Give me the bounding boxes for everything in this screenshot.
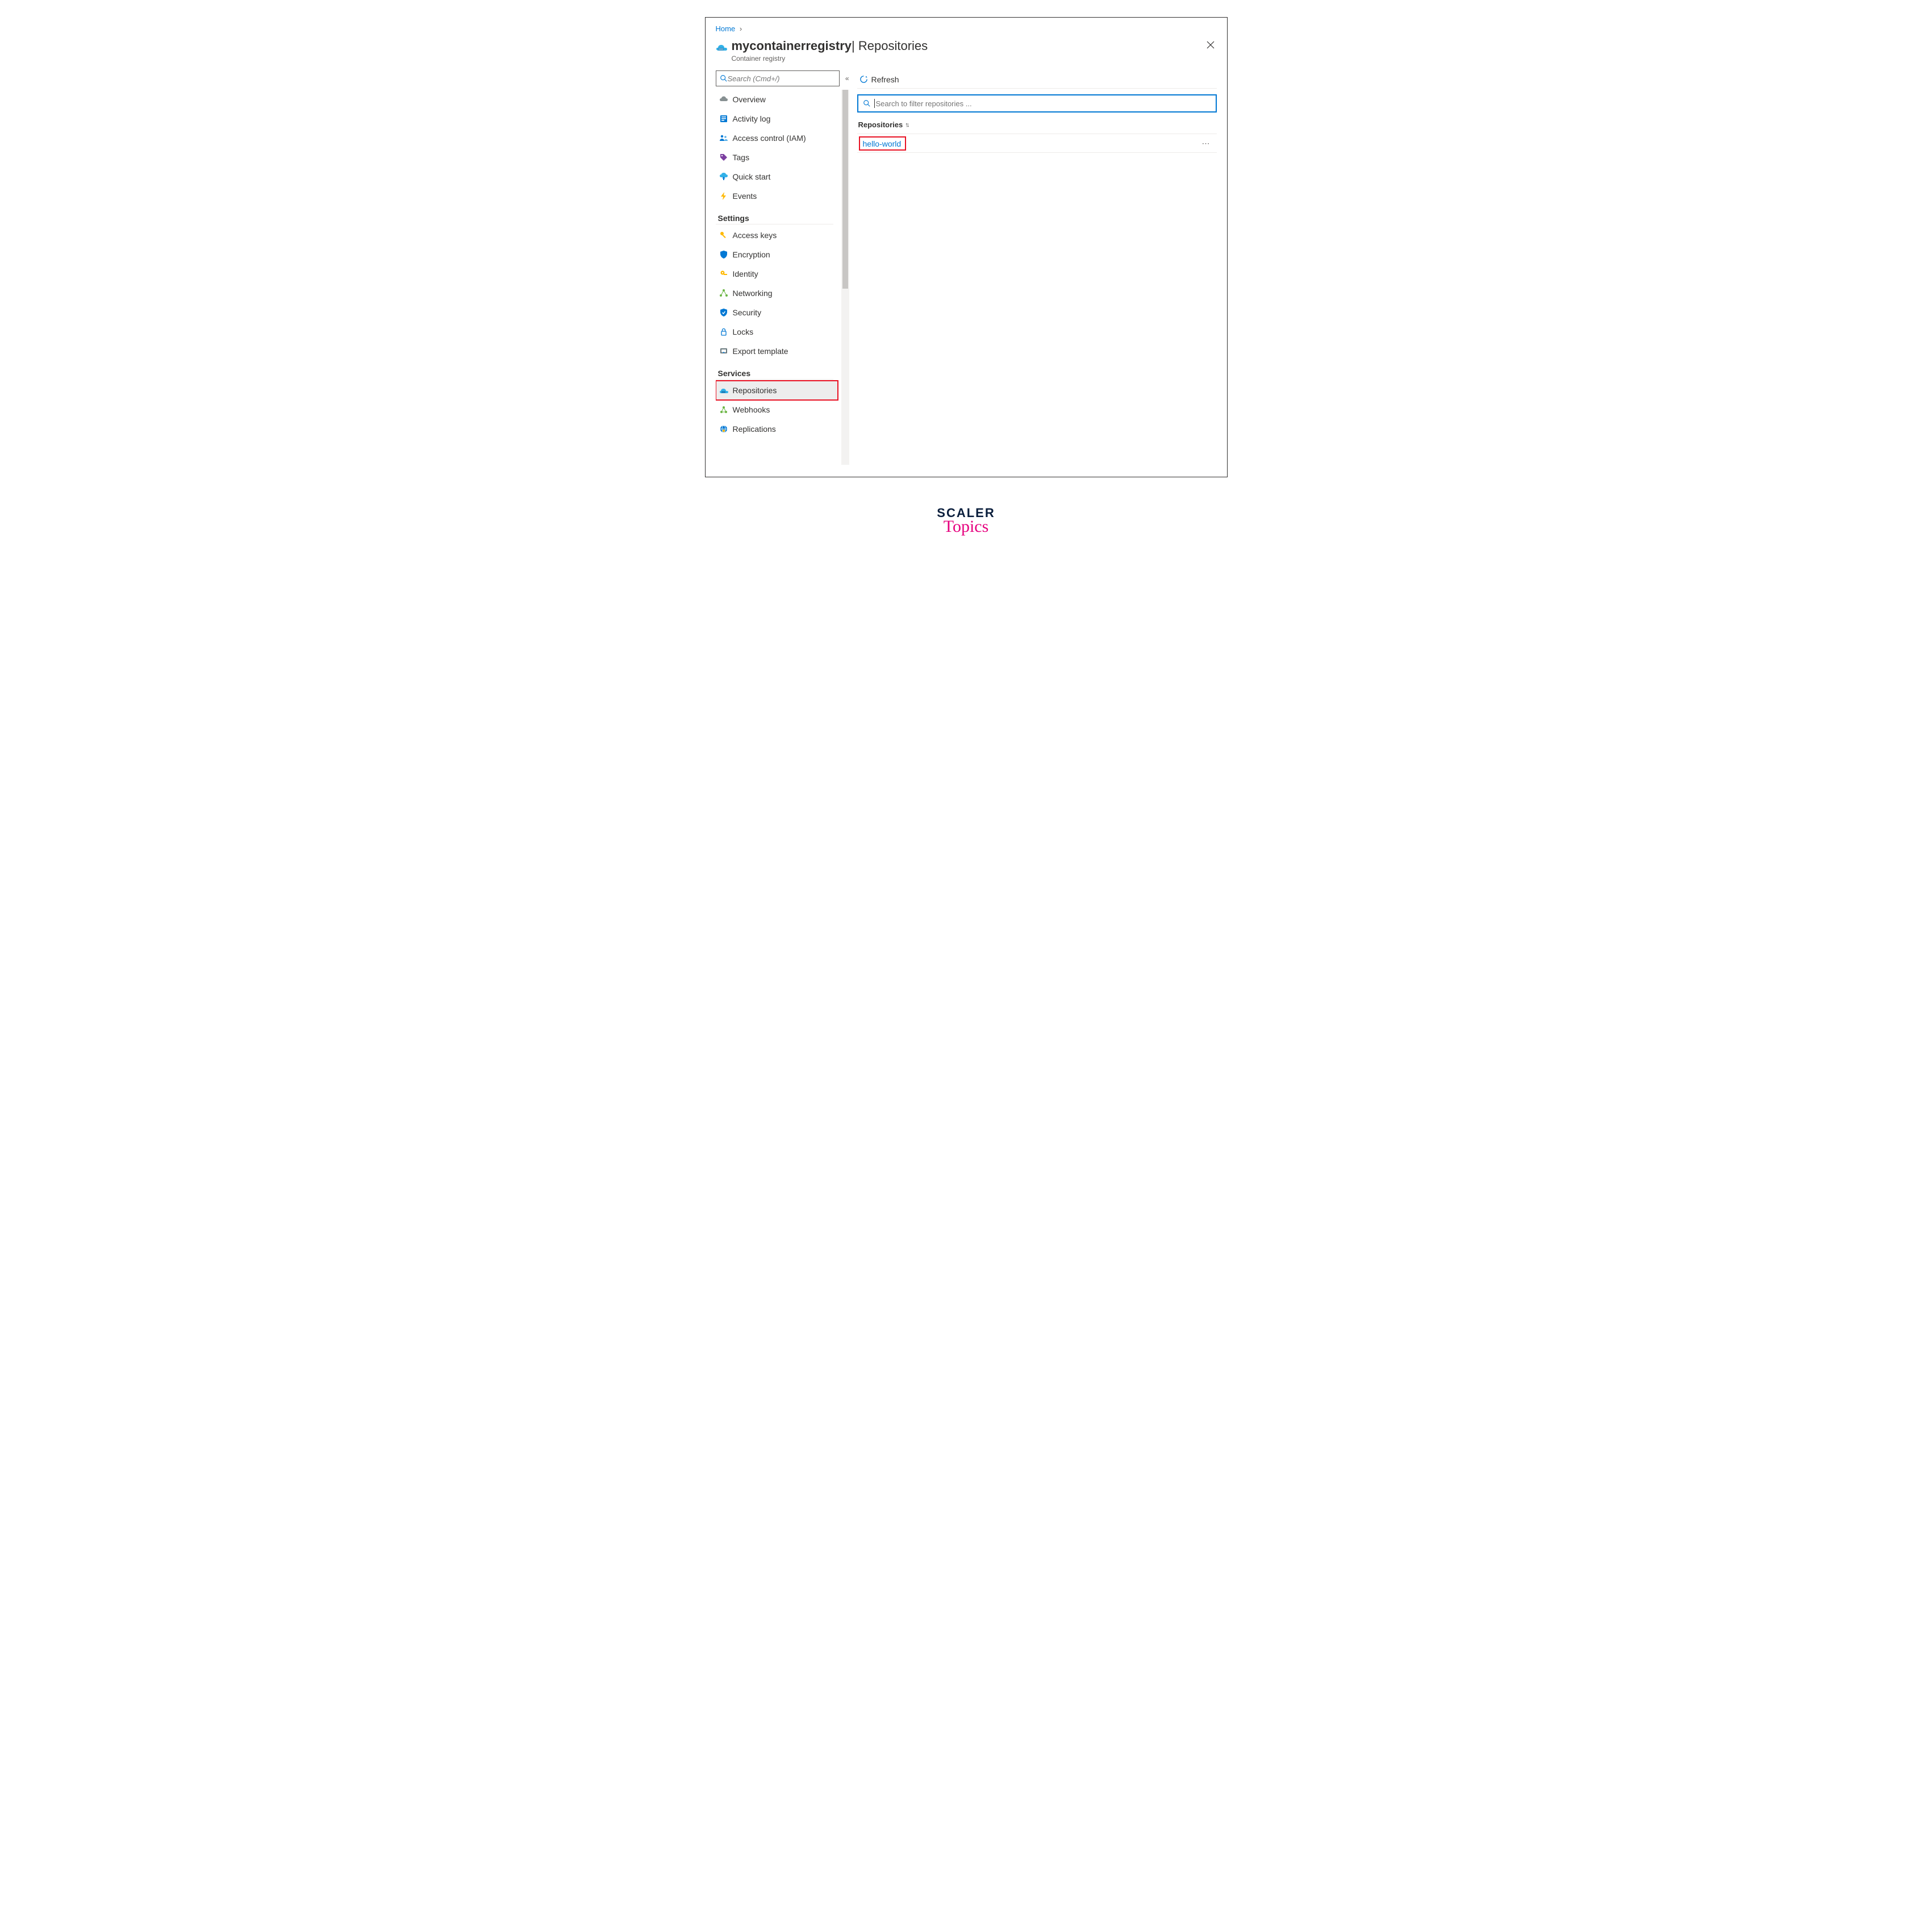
- toolbar: Refresh: [857, 70, 1217, 89]
- sidebar-item-webhooks[interactable]: Webhooks: [716, 400, 838, 419]
- sidebar-item-activity-log[interactable]: Activity log: [716, 109, 838, 128]
- sidebar: « Overview Activity log Access control (…: [716, 70, 849, 465]
- search-icon: [863, 99, 871, 107]
- tag-icon: [719, 153, 728, 162]
- people-icon: [719, 134, 728, 143]
- sidebar-item-tags[interactable]: Tags: [716, 148, 838, 167]
- registry-name: mycontainerregistry: [732, 39, 852, 53]
- export-icon: [719, 347, 728, 356]
- refresh-button[interactable]: Refresh: [857, 74, 902, 85]
- sidebar-item-label: Tags: [733, 153, 750, 162]
- sort-icon: ↑↓: [905, 122, 908, 128]
- sidebar-item-label: Repositories: [733, 386, 777, 395]
- sidebar-item-access-control[interactable]: Access control (IAM): [716, 128, 838, 148]
- sidebar-item-label: Access control (IAM): [733, 134, 806, 143]
- chevron-right-icon: ›: [740, 24, 742, 33]
- sidebar-item-access-keys[interactable]: Access keys: [716, 226, 838, 245]
- page-title-text: Repositories: [858, 39, 928, 53]
- globe-icon: [719, 424, 728, 434]
- logo-line2: Topics: [705, 517, 1228, 536]
- sidebar-item-networking[interactable]: Networking: [716, 284, 838, 303]
- resource-subtype: Container registry: [732, 55, 1204, 63]
- sidebar-item-events[interactable]: Events: [716, 186, 838, 206]
- sidebar-item-label: Access keys: [733, 231, 777, 240]
- sidebar-item-label: Webhooks: [733, 405, 770, 414]
- search-icon: [720, 74, 728, 82]
- repositories-column-header[interactable]: Repositories ↑↓: [857, 119, 1217, 134]
- sidebar-item-label: Export template: [733, 347, 788, 356]
- sidebar-item-label: Events: [733, 191, 757, 201]
- sidebar-item-security[interactable]: Security: [716, 303, 838, 322]
- sidebar-section-services: Services: [716, 361, 833, 380]
- sidebar-item-label: Security: [733, 308, 762, 317]
- sidebar-item-label: Quick start: [733, 172, 771, 181]
- registry-icon: [719, 386, 728, 395]
- network-icon: [719, 289, 728, 298]
- scrollbar-thumb[interactable]: [842, 90, 848, 289]
- lightning-icon: [719, 191, 728, 201]
- padlock-icon: [719, 327, 728, 336]
- cloud-icon: [719, 95, 728, 104]
- container-registry-icon: [716, 42, 727, 52]
- text-cursor: [874, 99, 875, 108]
- sidebar-search-box[interactable]: [716, 70, 840, 86]
- refresh-label: Refresh: [871, 75, 899, 84]
- breadcrumb-home-link[interactable]: Home: [716, 24, 736, 33]
- portal-frame: Home › mycontainerregistry| Repositories…: [705, 17, 1228, 477]
- table-row: hello-world ⋯: [857, 134, 1217, 153]
- refresh-icon: [859, 75, 868, 84]
- sidebar-item-locks[interactable]: Locks: [716, 322, 838, 341]
- sidebar-item-label: Identity: [733, 269, 758, 278]
- lock-key-icon: [719, 269, 728, 278]
- sidebar-item-repositories[interactable]: Repositories: [716, 381, 838, 400]
- sidebar-section-settings: Settings: [716, 206, 833, 224]
- sidebar-item-label: Activity log: [733, 114, 771, 123]
- scaler-topics-logo: SCALER Topics: [705, 506, 1228, 536]
- log-icon: [719, 114, 728, 123]
- sidebar-item-label: Encryption: [733, 250, 770, 259]
- row-actions-button[interactable]: ⋯: [1202, 139, 1215, 148]
- repository-link-hello-world[interactable]: hello-world: [863, 139, 902, 148]
- main-content: Refresh Repositories ↑↓ hello-world ⋯: [857, 70, 1217, 465]
- shield-check-icon: [719, 308, 728, 317]
- webhook-icon: [719, 405, 728, 414]
- sidebar-item-replications[interactable]: Replications: [716, 419, 838, 439]
- breadcrumb: Home ›: [716, 24, 1217, 38]
- sidebar-item-identity[interactable]: Identity: [716, 264, 838, 284]
- sidebar-nav: Overview Activity log Access control (IA…: [716, 90, 840, 465]
- key-icon: [719, 231, 728, 240]
- sidebar-scrollbar[interactable]: [841, 90, 849, 465]
- repo-link-highlight: hello-world: [859, 137, 906, 150]
- sidebar-item-label: Networking: [733, 289, 773, 298]
- filter-repositories-input[interactable]: [876, 99, 1211, 108]
- cloud-arrow-icon: [719, 172, 728, 181]
- shield-icon: [719, 250, 728, 259]
- sidebar-item-encryption[interactable]: Encryption: [716, 245, 838, 264]
- page-header: mycontainerregistry| Repositories Contai…: [716, 39, 1217, 63]
- sidebar-item-export-template[interactable]: Export template: [716, 341, 838, 361]
- repositories-header-label: Repositories: [858, 120, 903, 129]
- sidebar-item-label: Locks: [733, 327, 754, 336]
- collapse-sidebar-button[interactable]: «: [845, 74, 849, 82]
- page-title: mycontainerregistry| Repositories: [732, 39, 1204, 53]
- close-button[interactable]: [1204, 39, 1217, 51]
- sidebar-item-label: Replications: [733, 424, 776, 434]
- sidebar-item-overview[interactable]: Overview: [716, 90, 838, 109]
- sidebar-item-quick-start[interactable]: Quick start: [716, 167, 838, 186]
- sidebar-search-input[interactable]: [728, 74, 836, 83]
- sidebar-item-label: Overview: [733, 95, 766, 104]
- filter-repositories-box[interactable]: [857, 94, 1217, 113]
